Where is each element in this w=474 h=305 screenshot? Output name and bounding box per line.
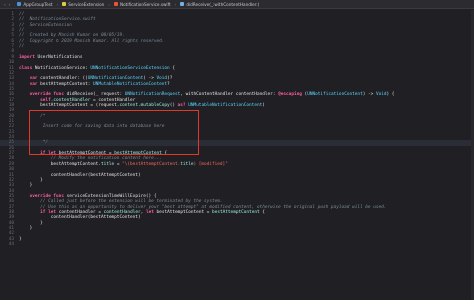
code-token: ) [modified]" xyxy=(193,161,228,167)
code-token: // Created by Manish Kumar on 08/05/19. xyxy=(19,33,125,39)
code-token: ? xyxy=(167,81,170,87)
code-token: NotificationService: xyxy=(32,65,91,71)
code-token: contentHandler(bestAttemptContent) xyxy=(19,215,141,221)
code-token: as? xyxy=(177,102,186,108)
code-token: ) { xyxy=(386,92,395,98)
code-token: contentHandler(bestAttemptContent) xyxy=(19,172,141,178)
code-token: = xyxy=(114,161,123,167)
breadcrumb-label: didReceive(_:withContentHandler:) xyxy=(186,1,260,7)
code-token: bestAttemptContent. xyxy=(19,161,101,167)
breadcrumb-item[interactable]: AppGroupTest xyxy=(17,1,53,7)
code-token: // Called just before the extension will… xyxy=(19,199,223,205)
code-token: // ServiceExtension xyxy=(19,22,72,28)
breadcrumb-item[interactable]: NotificationService.swift xyxy=(113,1,171,7)
jump-bar: ‹ › AppGroupTest › ServiceExtension › Notifi… xyxy=(0,0,474,9)
swift-file-icon xyxy=(113,2,118,6)
breadcrumb-item[interactable]: didReceive(_:withContentHandler:) xyxy=(180,2,259,7)
code-token: ) -> xyxy=(143,76,157,82)
code-token: UNNotificationContent xyxy=(87,76,144,82)
code-token: = contentHandler xyxy=(90,97,136,103)
project-icon xyxy=(17,2,22,6)
line-number: 44 xyxy=(8,242,14,248)
code-token: UserNotifications xyxy=(34,54,83,60)
code-token: ) xyxy=(262,102,265,108)
code-token: title xyxy=(180,161,194,167)
code-line[interactable]: 44 xyxy=(0,242,474,247)
code-token: mutableCopy xyxy=(140,102,170,108)
code-token: bestAttemptContent = xyxy=(153,209,213,215)
code-token: )? xyxy=(167,76,173,82)
breadcrumb-separator-icon: › xyxy=(56,1,59,7)
code-token: import xyxy=(19,54,35,60)
code-token: } xyxy=(19,183,33,189)
breadcrumb-separator-icon: › xyxy=(108,1,110,7)
breadcrumb-separator-icon: › xyxy=(174,1,177,7)
code-token: // Use this as an opportunity to deliver… xyxy=(19,204,387,210)
code-token: title xyxy=(100,161,115,167)
code-token: Void xyxy=(375,92,387,98)
back-arrow-icon[interactable]: ‹ xyxy=(4,2,6,7)
breadcrumb-item[interactable]: ServiceExtension xyxy=(62,2,104,7)
breadcrumb-label: NotificationService.swift xyxy=(119,1,171,7)
code-token: () xyxy=(169,102,178,108)
annotation-highlight-box xyxy=(29,110,199,155)
code-token: Void xyxy=(156,76,168,82)
code-token: } xyxy=(19,220,43,226)
code-token: } xyxy=(19,236,22,242)
folder-icon xyxy=(62,2,67,6)
code-token: // Modify the notification content here.… xyxy=(19,156,162,162)
code-token: contentHandler: (( xyxy=(37,76,88,82)
code-token: content xyxy=(119,102,138,108)
breadcrumb-label: AppGroupTest xyxy=(23,1,53,7)
xcode-window: ‹ › AppGroupTest › ServiceExtension › Notifi… xyxy=(0,0,474,305)
code-token: class xyxy=(19,65,33,71)
breadcrumb: AppGroupTest › ServiceExtension › Notificati… xyxy=(17,2,259,7)
forward-arrow-icon[interactable]: › xyxy=(9,2,11,7)
code-token: var xyxy=(29,81,38,87)
method-icon xyxy=(180,2,185,6)
code-token: @escaping xyxy=(278,92,302,98)
nav-arrows[interactable]: ‹ › xyxy=(4,2,10,7)
code-token: let xyxy=(145,209,154,215)
code-token: bestAttemptContent xyxy=(212,209,260,215)
code-token: } xyxy=(19,226,33,231)
code-token: UNMutableNotificationContent xyxy=(188,102,263,108)
bottom-margin xyxy=(0,300,474,305)
code-token: UNNotificationContent xyxy=(307,92,363,98)
code-token: bestAttemptContent = (request. xyxy=(19,102,120,108)
code-token: UNMutableNotificationContent xyxy=(93,81,168,87)
code-token: UNNotificationServiceExtension xyxy=(90,65,170,71)
code-token: { xyxy=(169,65,175,71)
code-token: // Copyright © 2019 Manish Kumar. All ri… xyxy=(19,38,165,44)
code-token: contentHandler xyxy=(53,97,91,103)
code-token: ) -> xyxy=(362,92,376,98)
code-token: // xyxy=(19,44,25,50)
code-token: // NotificationService.swift xyxy=(19,17,96,23)
code-token: { xyxy=(259,209,265,215)
breadcrumb-label: ServiceExtension xyxy=(68,1,105,7)
code-token: var xyxy=(29,76,38,82)
code-editor[interactable]: 1//2// NotificationService.swift 3// Serv… xyxy=(0,10,474,300)
code-token: func xyxy=(53,92,64,98)
code-token: "\(bestAttemptContent. xyxy=(122,161,181,167)
code-token: , withContentHandler contentHandler: xyxy=(180,92,279,98)
code-token: UNNotificationRequest xyxy=(124,92,181,98)
code-token: self xyxy=(40,97,51,103)
code-token: bestAttemptContent: xyxy=(37,81,94,87)
code-token: override xyxy=(29,92,51,98)
code-token: didReceive(_ request: xyxy=(63,92,125,98)
